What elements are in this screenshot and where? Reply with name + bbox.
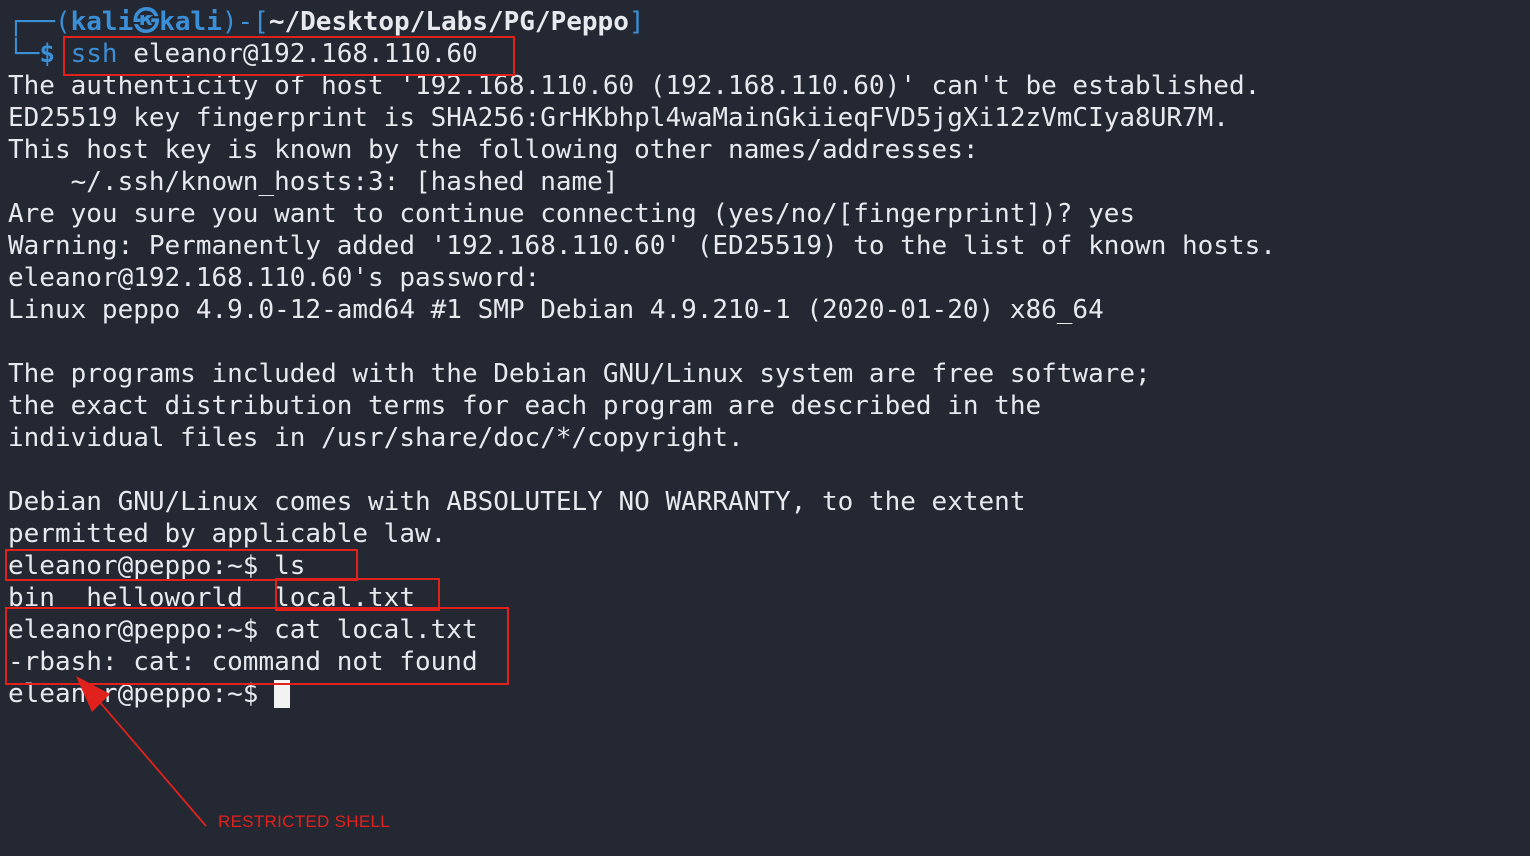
terminal-window[interactable]: ┌──(kali㉿kali)-[~/Desktop/Labs/PG/Peppo]… [0, 0, 1530, 856]
annotation-arrow [76, 676, 207, 827]
annotation-label: RESTRICTED SHELL [218, 812, 391, 831]
